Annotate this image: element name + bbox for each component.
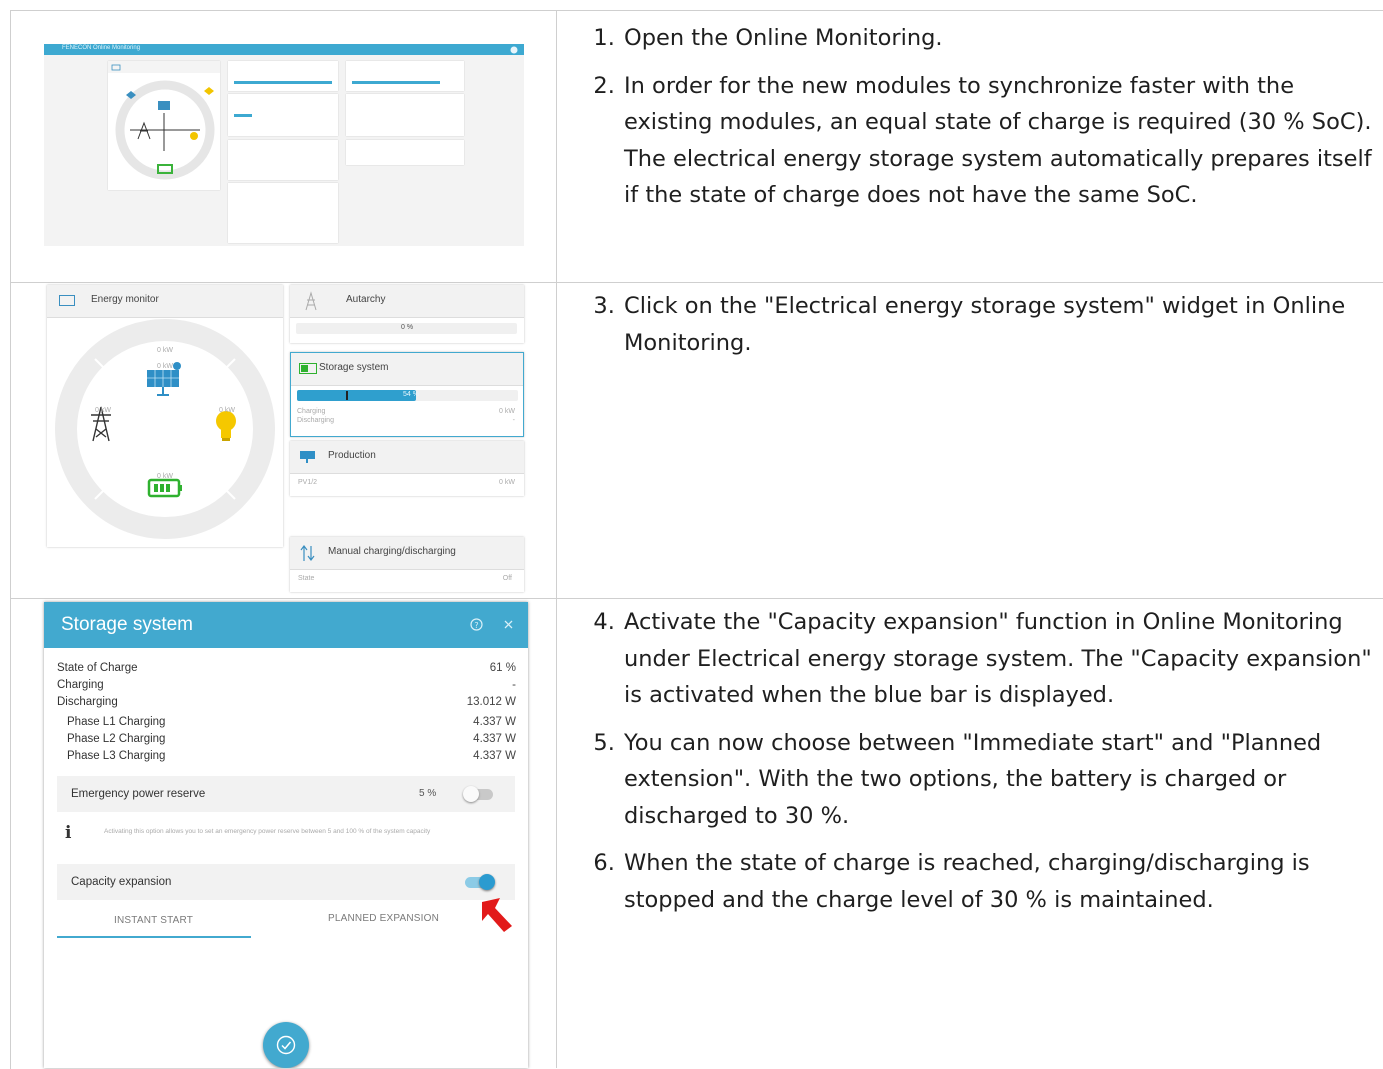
flow-value-bottom: 0 kW [157,473,173,480]
storage-progress-fill [297,390,417,401]
emergency-value: 5 % [419,788,437,799]
emergency-toggle[interactable] [463,786,493,802]
phase-l1-value: 4.337 W [473,716,516,728]
production-label: Production [328,450,376,461]
pv-value: 0 kW [499,479,515,486]
charging-label: Charging [297,408,326,415]
instructions-row-1: Open the Online Monitoring. In order for… [576,20,1376,225]
battery-small-icon [299,363,317,374]
row-divider [10,598,1383,599]
production-widget[interactable]: Production PV1/2 0 kW [290,441,524,496]
grid-card [346,94,464,136]
discharging-value: - [512,417,515,424]
svg-text:?: ? [474,621,478,630]
energy-flow-diagram [111,64,215,180]
info-box: i Activating this option allows you to s… [57,812,515,858]
step-5: You can now choose between "Immediate st… [622,725,1376,835]
phase-l2-label: Phase L2 Charging [67,733,166,745]
production-card [228,140,338,180]
state-label: State [298,575,315,582]
tab-instant-start[interactable]: INSTANT START [114,915,193,926]
storage-value: 54 % [403,391,419,398]
app-title: FENECON Online Monitoring [62,45,141,51]
dialog-title: Storage system [61,614,193,635]
manual-card [228,183,338,243]
storage-system-dialog: Storage system ? State of Charge 61 % Ch… [44,602,528,1068]
manual-label: Manual charging/discharging [328,546,456,557]
info-icon: i [65,823,72,843]
flow-value-right: 0 kW [219,407,235,414]
storage-system-widget[interactable]: Storage system 54 % Charging 0 kW Discha… [290,352,524,437]
active-tab-indicator [57,936,251,938]
instructions-row-3: Activate the "Capacity expansion" functi… [576,604,1376,929]
dialog-header: Storage system ? [44,602,528,648]
check-circle-icon [276,1035,296,1055]
energy-monitor-label: Energy monitor [91,294,159,305]
discharging-value: 13.012 W [466,696,516,708]
step-1: Open the Online Monitoring. [622,20,1376,57]
phase-l2-value: 4.337 W [473,733,516,745]
manual-charging-widget[interactable]: Manual charging/discharging State Off [290,537,524,592]
charging-value: - [512,679,516,691]
discharging-label: Discharging [297,417,334,424]
confirm-button[interactable] [263,1022,309,1068]
soc-label: State of Charge [57,662,138,674]
online-monitoring-screenshot: FENECON Online Monitoring [44,44,524,246]
autarchy-widget[interactable]: Autarchy 0 % [290,285,524,343]
app-bar: FENECON Online Monitoring [44,44,524,55]
energy-monitor-card [108,61,220,190]
autarchy-icon [305,291,317,311]
column-divider [556,10,557,1068]
energy-monitor-widget[interactable]: Energy monitor 0 kW 0 kW 0 kW 0 kW 0 kW [47,285,283,547]
storage-card [228,94,338,136]
pv-label: PV1/2 [298,479,318,486]
step-4: Activate the "Capacity expansion" functi… [622,604,1376,714]
phase-l1-label: Phase L1 Charging [67,716,166,728]
step-2: In order for the new modules to synchron… [622,68,1376,214]
flow-value-left: 0 kW [95,407,111,414]
battery-icon [147,478,182,498]
emergency-reserve-row: Emergency power reserve 5 % [57,776,515,812]
monitor-icon [59,295,75,306]
discharging-label: Discharging [57,696,118,708]
account-icon [510,46,518,54]
close-icon[interactable] [503,619,514,630]
step-3: Click on the "Electrical energy storage … [622,288,1376,361]
phase-l3-label: Phase L3 Charging [67,750,166,762]
charging-label: Charging [57,679,104,691]
state-value: Off [502,575,512,582]
self-consumption-card [346,61,464,91]
capacity-label: Capacity expansion [71,876,172,888]
red-arrow-indicator [482,898,512,932]
phase-l3-value: 4.337 W [473,750,516,762]
soc-value: 61 % [489,662,516,674]
step-6: When the state of charge is reached, cha… [622,845,1376,918]
capacity-expansion-row: Capacity expansion [57,864,515,900]
row-divider [10,282,1383,283]
autarchy-card [228,61,338,91]
light-bulb-icon [216,411,236,441]
flow-value-top: 0 kW [157,347,173,354]
help-icon[interactable]: ? [470,618,483,631]
autarchy-label: Autarchy [346,294,386,305]
capacity-expansion-toggle[interactable] [465,874,495,890]
autarchy-value: 0 % [401,324,414,331]
instructions-row-2: Click on the "Electrical energy storage … [576,288,1376,372]
energy-monitor-header: Energy monitor [47,285,283,318]
tab-planned-expansion[interactable]: PLANNED EXPANSION [328,913,439,924]
solar-small-icon [300,451,315,463]
storage-system-label: Storage system [319,362,389,373]
flow-value-center-top: 0 kW [157,363,173,370]
consumption-card [346,140,464,165]
emergency-label: Emergency power reserve [71,788,206,800]
charging-value: 0 kW [499,408,515,415]
info-text: Activating this option allows you to set… [104,828,431,835]
charge-discharge-arrows-icon [300,545,315,561]
